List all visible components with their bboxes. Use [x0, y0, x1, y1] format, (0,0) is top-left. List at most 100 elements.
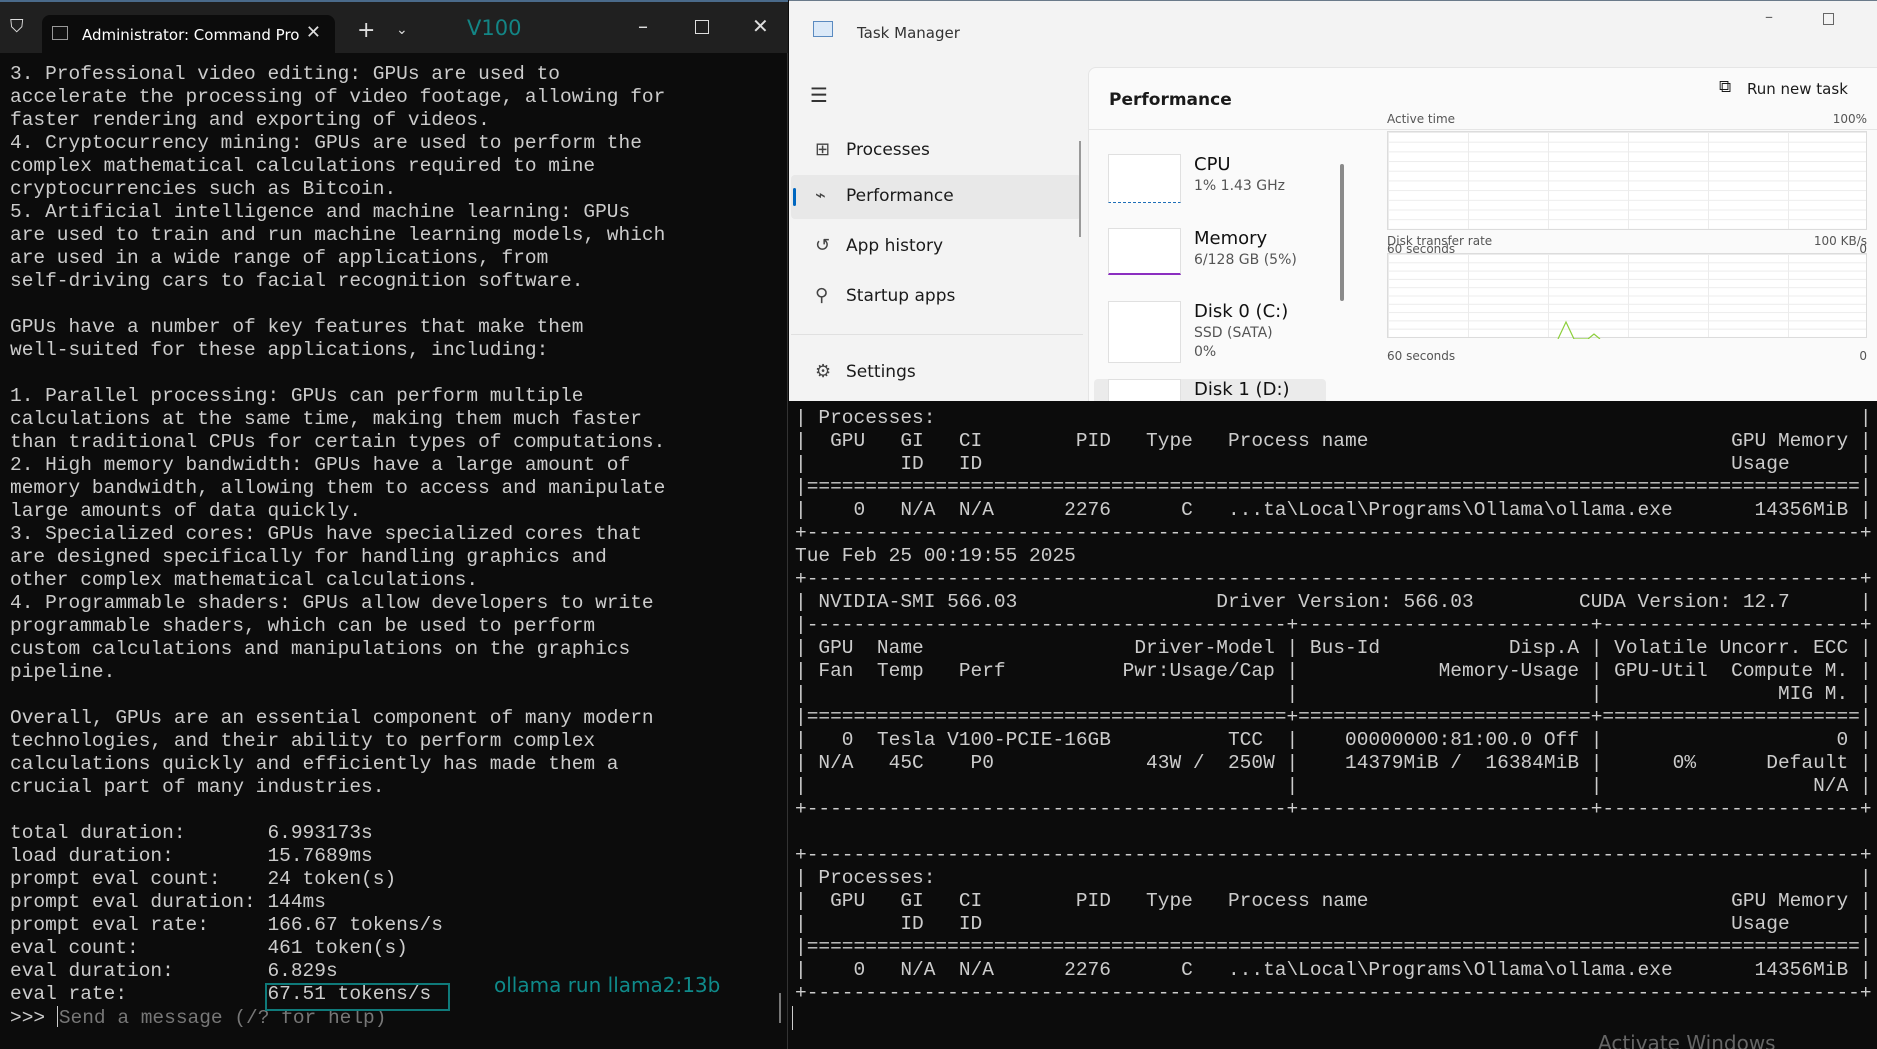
sidebar-item-label: Startup apps: [846, 286, 956, 306]
terminal-line: custom calculations and manipulations on…: [10, 638, 631, 660]
resource-list-scrollbar[interactable]: [1340, 164, 1344, 301]
stat-line: prompt eval rate: 166.67 tokens/s: [10, 914, 665, 937]
resource-item-disk-0[interactable]: Disk 0 (C:) SSD (SATA) 0%: [1089, 301, 1329, 371]
app-history-icon: ↺: [815, 235, 831, 256]
task-manager-icon: [813, 21, 833, 37]
stat-value: 461 token(s): [267, 937, 408, 959]
window-title: Task Manager: [857, 24, 960, 42]
header-divider: [1089, 129, 1877, 130]
nvidia-smi-line: | N/A 45C P0 43W / 250W | 14379MiB / 163…: [795, 752, 1872, 774]
terminal-line: calculations quickly and efficiently has…: [10, 753, 619, 775]
stat-label: eval duration:: [10, 960, 174, 982]
graph-max: 100%: [1832, 112, 1867, 126]
sidebar-item-app-history[interactable]: ↺ App history: [791, 225, 1081, 269]
nvidia-smi-line: | ID ID Usage |: [795, 453, 1872, 475]
nvidia-smi-line: | | | N/A |: [795, 775, 1872, 797]
nvidia-smi-line: +---------------------------------------…: [795, 568, 1872, 590]
nvidia-smi-line: | GPU GI CI PID Type Process name GPU Me…: [795, 890, 1872, 912]
sidebar-item-processes[interactable]: ⊞ Processes: [791, 129, 1081, 173]
terminal-line: self-driving cars to facial recognition …: [10, 270, 584, 292]
graph-min: 0: [1859, 349, 1867, 363]
terminal-line: technologies, and their ability to perfo…: [10, 730, 596, 752]
terminal-line: are used in a wide range of applications…: [10, 247, 549, 269]
graph-title: Disk transfer rate: [1387, 234, 1493, 248]
maximize-button[interactable]: [1823, 13, 1834, 25]
terminal-line: 4. Programmable shaders: GPUs allow deve…: [10, 592, 654, 614]
terminal-window: ⛉ Administrator: Command Pro ✕ + ⌄ V100 …: [0, 0, 788, 1049]
nvidia-smi-line: | 0 Tesla V100-PCIE-16GB TCC | 00000000:…: [795, 729, 1872, 751]
sidebar-item-label: Performance: [846, 186, 954, 206]
terminal-output: 3. Professional video editing: GPUs are …: [10, 63, 665, 1030]
nvidia-smi-line: | Processes: |: [795, 407, 1872, 429]
sidebar-item-label: Processes: [846, 140, 930, 160]
hamburger-menu-icon[interactable]: ☰: [810, 83, 828, 107]
text-cursor: [792, 1006, 793, 1030]
resource-item-cpu[interactable]: CPU 1% 1.43 GHz: [1089, 154, 1329, 224]
maximize-button[interactable]: [695, 20, 709, 34]
stat-value: 6.829s: [267, 960, 338, 982]
nav-divider: [791, 334, 1083, 335]
terminal-line: programmable shaders, which can be used …: [10, 615, 596, 637]
nvidia-smi-line: |---------------------------------------…: [795, 614, 1872, 636]
nvidia-smi-line: | ID ID Usage |: [795, 913, 1872, 935]
nvidia-smi-line: | | | MIG M. |: [795, 683, 1872, 705]
scrollbar[interactable]: [779, 993, 781, 1023]
resource-sub2: 0%: [1194, 344, 1217, 360]
terminal-line: GPUs have a number of key features that …: [10, 316, 584, 338]
terminal-line: calculations at the same time, making th…: [10, 408, 642, 430]
resource-item-disk-1[interactable]: Disk 1 (D:): [1089, 379, 1329, 401]
nvidia-smi-line: |=======================================…: [795, 936, 1872, 958]
terminal-line: pipeline.: [10, 661, 116, 683]
stat-value: 166.67 tokens/s: [267, 914, 443, 936]
terminal-line: cryptocurrencies such as Bitcoin.: [10, 178, 397, 200]
new-tab-button[interactable]: +: [357, 18, 375, 43]
resource-thumbnail: [1108, 379, 1181, 401]
nvidia-smi-terminal: | Processes: | | GPU GI CI PID Type Proce…: [788, 401, 1877, 1049]
minimize-button[interactable]: –: [638, 14, 648, 38]
stat-line: load duration: 15.7689ms: [10, 845, 665, 868]
sidebar-item-performance[interactable]: ⌁ Performance: [791, 175, 1081, 219]
stat-label: load duration:: [10, 845, 174, 867]
resource-thumbnail: [1108, 301, 1181, 363]
nvidia-smi-output: | Processes: | | GPU GI CI PID Type Proce…: [795, 407, 1872, 1005]
prompt-symbol: >>>: [10, 1007, 57, 1029]
close-window-button[interactable]: ✕: [752, 14, 769, 38]
chevron-down-icon[interactable]: ⌄: [396, 22, 408, 38]
stat-label: eval rate:: [10, 983, 128, 1005]
resource-name: CPU: [1194, 154, 1231, 175]
nvidia-smi-line: | NVIDIA-SMI 566.03 Driver Version: 566.…: [795, 591, 1872, 613]
disk-activity-line: [1557, 320, 1601, 339]
activate-windows-watermark: Activate Windows: [1598, 1031, 1776, 1049]
terminal-line: 4. Cryptocurrency mining: GPUs are used …: [10, 132, 642, 154]
stat-value: 6.993173s: [267, 822, 373, 844]
stat-value: 15.7689ms: [267, 845, 373, 867]
model-annotation: ollama run llama2:13b: [494, 973, 721, 997]
resource-item-memory[interactable]: Memory 6/128 GB (5%): [1089, 228, 1329, 298]
stat-label: prompt eval duration:: [10, 891, 256, 913]
nav-scrollbar[interactable]: [1079, 141, 1081, 237]
terminal-line: crucial part of many industries.: [10, 776, 385, 798]
terminal-line: are used to train and run machine learni…: [10, 224, 666, 246]
resource-thumbnail: [1108, 154, 1181, 203]
terminal-line: 3. Specialized cores: GPUs have speciali…: [10, 523, 642, 545]
resource-name: Disk 1 (D:): [1194, 379, 1290, 400]
close-tab-icon[interactable]: ✕: [306, 22, 321, 43]
stat-label: prompt eval rate:: [10, 914, 209, 936]
stat-label: eval count:: [10, 937, 139, 959]
highlight-box: [265, 983, 450, 1011]
terminal-line: 1. Parallel processing: GPUs can perform…: [10, 385, 584, 407]
terminal-line: large amounts of data quickly.: [10, 500, 362, 522]
startup-apps-icon: ⚲: [815, 285, 829, 306]
terminal-tab[interactable]: Administrator: Command Pro ✕: [42, 15, 335, 55]
sidebar-item-settings[interactable]: ⚙ Settings: [791, 351, 1081, 395]
terminal-line: well-suited for these applications, incl…: [10, 339, 549, 361]
nvidia-smi-line: [795, 821, 1872, 844]
cmd-icon: [52, 26, 68, 40]
performance-panel: Performance ⧉ Run new task CPU 1% 1.43 GH…: [1088, 67, 1877, 401]
nvidia-smi-line: |=======================================…: [795, 476, 1872, 498]
stat-label: prompt eval count:: [10, 868, 221, 890]
sidebar-item-startup-apps[interactable]: ⚲ Startup apps: [791, 275, 1081, 319]
minimize-button[interactable]: –: [1765, 7, 1773, 26]
